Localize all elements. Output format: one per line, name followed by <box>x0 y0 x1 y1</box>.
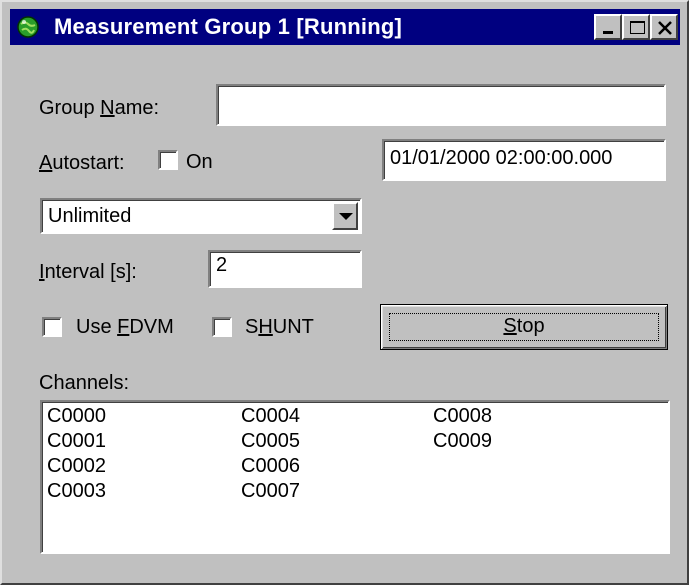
list-item[interactable]: C0008 <box>433 405 492 427</box>
group-name-label: Group Name: <box>39 97 160 119</box>
autostart-datetime-input[interactable]: 01/01/2000 02:00:00.000 <box>382 139 666 181</box>
channels-listbox[interactable]: C0000 C0001 C0002 C0003 C0004 C0005 C000… <box>40 400 670 554</box>
stop-button[interactable]: Stop <box>380 304 668 350</box>
autostart-label: Autostart: <box>39 152 125 174</box>
interval-input[interactable]: 2 <box>208 250 362 288</box>
mode-dropdown[interactable]: Unlimited <box>40 198 362 234</box>
title-bar[interactable]: Measurement Group 1 [Running] <box>10 9 680 45</box>
stop-button-label: Stop <box>503 315 545 337</box>
window-title: Measurement Group 1 [Running] <box>54 14 403 39</box>
chevron-down-icon <box>339 213 353 220</box>
minimize-icon <box>603 31 613 34</box>
app-globe-icon <box>16 15 40 39</box>
maximize-button[interactable] <box>622 14 650 40</box>
list-item[interactable]: C0003 <box>47 480 106 502</box>
list-item[interactable]: C0002 <box>47 455 106 477</box>
use-fdvm-checkbox[interactable] <box>42 317 62 337</box>
group-name-input[interactable] <box>216 84 666 126</box>
shunt-checkbox[interactable] <box>212 317 232 337</box>
list-item[interactable]: C0009 <box>433 430 492 452</box>
interval-label: Interval [s]: <box>39 261 137 283</box>
autostart-on-label: On <box>186 151 213 173</box>
list-item[interactable]: C0007 <box>241 480 300 502</box>
measurement-group-window: Measurement Group 1 [Running] Group Name… <box>0 0 689 585</box>
mode-selected-value: Unlimited <box>48 205 132 227</box>
close-button[interactable] <box>650 14 678 40</box>
shunt-label: SHUNT <box>245 316 314 338</box>
list-item[interactable]: C0000 <box>47 405 106 427</box>
minimize-button[interactable] <box>594 14 622 40</box>
close-icon <box>658 21 672 35</box>
maximize-icon <box>630 21 645 34</box>
list-item[interactable]: C0001 <box>47 430 106 452</box>
dropdown-button[interactable] <box>332 202 358 230</box>
use-fdvm-label: Use FDVM <box>76 316 174 338</box>
autostart-on-checkbox[interactable] <box>158 150 178 170</box>
list-item[interactable]: C0006 <box>241 455 300 477</box>
channels-label: Channels: <box>39 372 130 394</box>
list-item[interactable]: C0004 <box>241 405 300 427</box>
list-item[interactable]: C0005 <box>241 430 300 452</box>
